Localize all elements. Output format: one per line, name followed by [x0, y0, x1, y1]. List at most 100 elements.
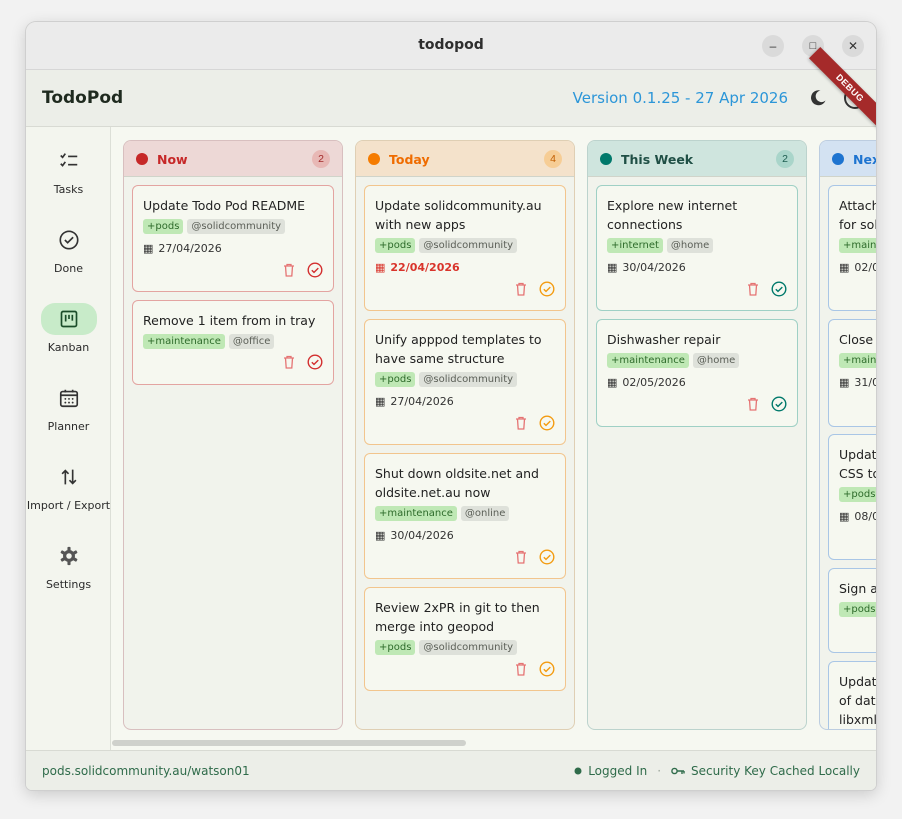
- task-title: Shut down oldsite.net and oldsite.net.au…: [375, 466, 539, 500]
- connection-status: Logged In · Security Key Cached Locally: [574, 764, 860, 778]
- checklist-icon: [41, 145, 97, 177]
- complete-icon[interactable]: [307, 354, 323, 370]
- complete-icon[interactable]: [771, 281, 787, 297]
- project-tag: +pods: [375, 640, 416, 655]
- delete-icon[interactable]: [283, 355, 295, 369]
- status-dot: [600, 153, 612, 165]
- sidebar-item-label: Settings: [45, 578, 92, 591]
- context-tag: @home: [692, 353, 740, 368]
- delete-icon[interactable]: [747, 282, 759, 296]
- version-label: Version 0.1.25 - 27 Apr 2026: [572, 89, 788, 107]
- close-button[interactable]: ✕: [842, 35, 864, 57]
- sidebar-item-tasks[interactable]: Tasks: [26, 145, 111, 205]
- task-card[interactable]: Review 2xPR in git to then merge into ge…: [364, 587, 566, 691]
- column-title: This Week: [621, 152, 694, 167]
- app-name: TodoPod: [42, 88, 124, 108]
- task-card[interactable]: Close +maint ▦31/0: [828, 319, 876, 427]
- task-card[interactable]: Explore new internet connections +intern…: [596, 185, 798, 311]
- minimize-button[interactable]: –: [762, 35, 784, 57]
- delete-icon[interactable]: [747, 397, 759, 411]
- sidebar-item-kanban[interactable]: Kanban: [26, 303, 111, 363]
- due-date: ▦ 27/04/2026: [143, 242, 222, 255]
- complete-icon[interactable]: [307, 262, 323, 278]
- column-next: Next Attach for sol +maint ▦02/0 Close +…: [819, 140, 876, 730]
- column-header: Next: [820, 141, 876, 177]
- sidebar-item-label: Planner: [47, 420, 90, 433]
- calendar-icon: ▦: [839, 510, 850, 523]
- count-badge: 2: [312, 150, 330, 168]
- task-card[interactable]: Sign a +pods: [828, 568, 876, 653]
- horizontal-scrollbar[interactable]: [112, 740, 466, 746]
- calendar-icon: ▦: [375, 395, 386, 408]
- project-tag: +pods: [375, 238, 416, 253]
- status-dot: [832, 153, 844, 165]
- due-date: ▦ 02/05/2026: [607, 376, 686, 389]
- complete-icon[interactable]: [771, 396, 787, 412]
- task-card[interactable]: Update CSS to +pods ▦08/0: [828, 434, 876, 560]
- due-date: ▦31/0: [839, 376, 876, 389]
- column-this-week: This Week 2 Explore new internet connect…: [587, 140, 807, 730]
- project-tag: +internet: [607, 238, 663, 253]
- sidebar: Tasks Done Kanban Planner Import / Expor…: [26, 127, 111, 750]
- task-card[interactable]: Remove 1 item from in tray +maintenance …: [132, 300, 334, 385]
- complete-icon[interactable]: [539, 415, 555, 431]
- complete-icon[interactable]: [539, 549, 555, 565]
- status-dot-icon: [574, 767, 582, 775]
- context-tag: @online: [460, 506, 510, 521]
- status-dot: [136, 153, 148, 165]
- complete-icon[interactable]: [539, 281, 555, 297]
- delete-icon[interactable]: [283, 263, 295, 277]
- dark-mode-toggle-icon[interactable]: [808, 88, 828, 108]
- delete-icon[interactable]: [515, 282, 527, 296]
- calendar-icon: ▦: [375, 529, 386, 542]
- kanban-board: Now 2 Update Todo Pod README +pods @soli…: [112, 127, 876, 750]
- count-badge: 2: [776, 150, 794, 168]
- task-title: Attach for sol: [839, 198, 876, 232]
- task-title: Unify apppod templates to have same stru…: [375, 332, 542, 366]
- project-tag: +pods: [375, 372, 416, 387]
- context-tag: @solidcommunity: [419, 238, 518, 253]
- task-card[interactable]: Dishwasher repair +maintenance @home ▦ 02…: [596, 319, 798, 427]
- kanban-icon: [40, 303, 97, 335]
- task-title: Sign a: [839, 581, 876, 596]
- task-card[interactable]: Update of date libxml: [828, 661, 876, 729]
- project-tag: +maintenance: [607, 353, 689, 368]
- check-circle-icon: [41, 224, 97, 256]
- due-date: ▦ 30/04/2026: [607, 261, 686, 274]
- sidebar-item-import-export[interactable]: Import / Export: [26, 461, 111, 521]
- context-tag: @home: [666, 238, 714, 253]
- task-card[interactable]: Shut down oldsite.net and oldsite.net.au…: [364, 453, 566, 579]
- pod-path: pods.solidcommunity.au/watson01: [42, 764, 250, 778]
- delete-icon[interactable]: [515, 550, 527, 564]
- complete-icon[interactable]: [539, 661, 555, 677]
- calendar-icon: ▦: [607, 261, 618, 274]
- project-tag: +maint: [839, 353, 876, 368]
- sidebar-item-label: Import / Export: [26, 499, 111, 512]
- task-title: Update of date libxml: [839, 674, 876, 727]
- sidebar-item-done[interactable]: Done: [26, 224, 111, 284]
- due-date: ▦08/0: [839, 510, 876, 523]
- task-card[interactable]: Unify apppod templates to have same stru…: [364, 319, 566, 445]
- task-card[interactable]: Attach for sol +maint ▦02/0: [828, 185, 876, 311]
- sidebar-item-settings[interactable]: Settings: [26, 540, 111, 600]
- due-date: ▦ 27/04/2026: [375, 395, 454, 408]
- project-tag: +pods: [839, 602, 876, 617]
- delete-icon[interactable]: [515, 416, 527, 430]
- key-status: Security Key Cached Locally: [691, 764, 860, 778]
- key-icon: [671, 767, 685, 775]
- column-header: Now 2: [124, 141, 342, 177]
- task-card[interactable]: Update Todo Pod README +pods @solidcommu…: [132, 185, 334, 292]
- column-today: Today 4 Update solidcommunity.au with ne…: [355, 140, 575, 730]
- task-title: Dishwasher repair: [607, 332, 721, 347]
- column-header: Today 4: [356, 141, 574, 177]
- task-card[interactable]: Update solidcommunity.au with new apps +…: [364, 185, 566, 311]
- due-date: ▦02/0: [839, 261, 876, 274]
- status-bar: pods.solidcommunity.au/watson01 Logged I…: [26, 750, 876, 790]
- column-title: Now: [157, 152, 188, 167]
- sidebar-item-planner[interactable]: Planner: [26, 382, 111, 442]
- due-date: ▦ 22/04/2026: [375, 261, 460, 274]
- context-tag: @solidcommunity: [419, 372, 518, 387]
- delete-icon[interactable]: [515, 662, 527, 676]
- import-export-icon: [41, 461, 97, 493]
- app-window: todopod – □ ✕ TodoPod Version 0.1.25 - 2…: [26, 22, 876, 790]
